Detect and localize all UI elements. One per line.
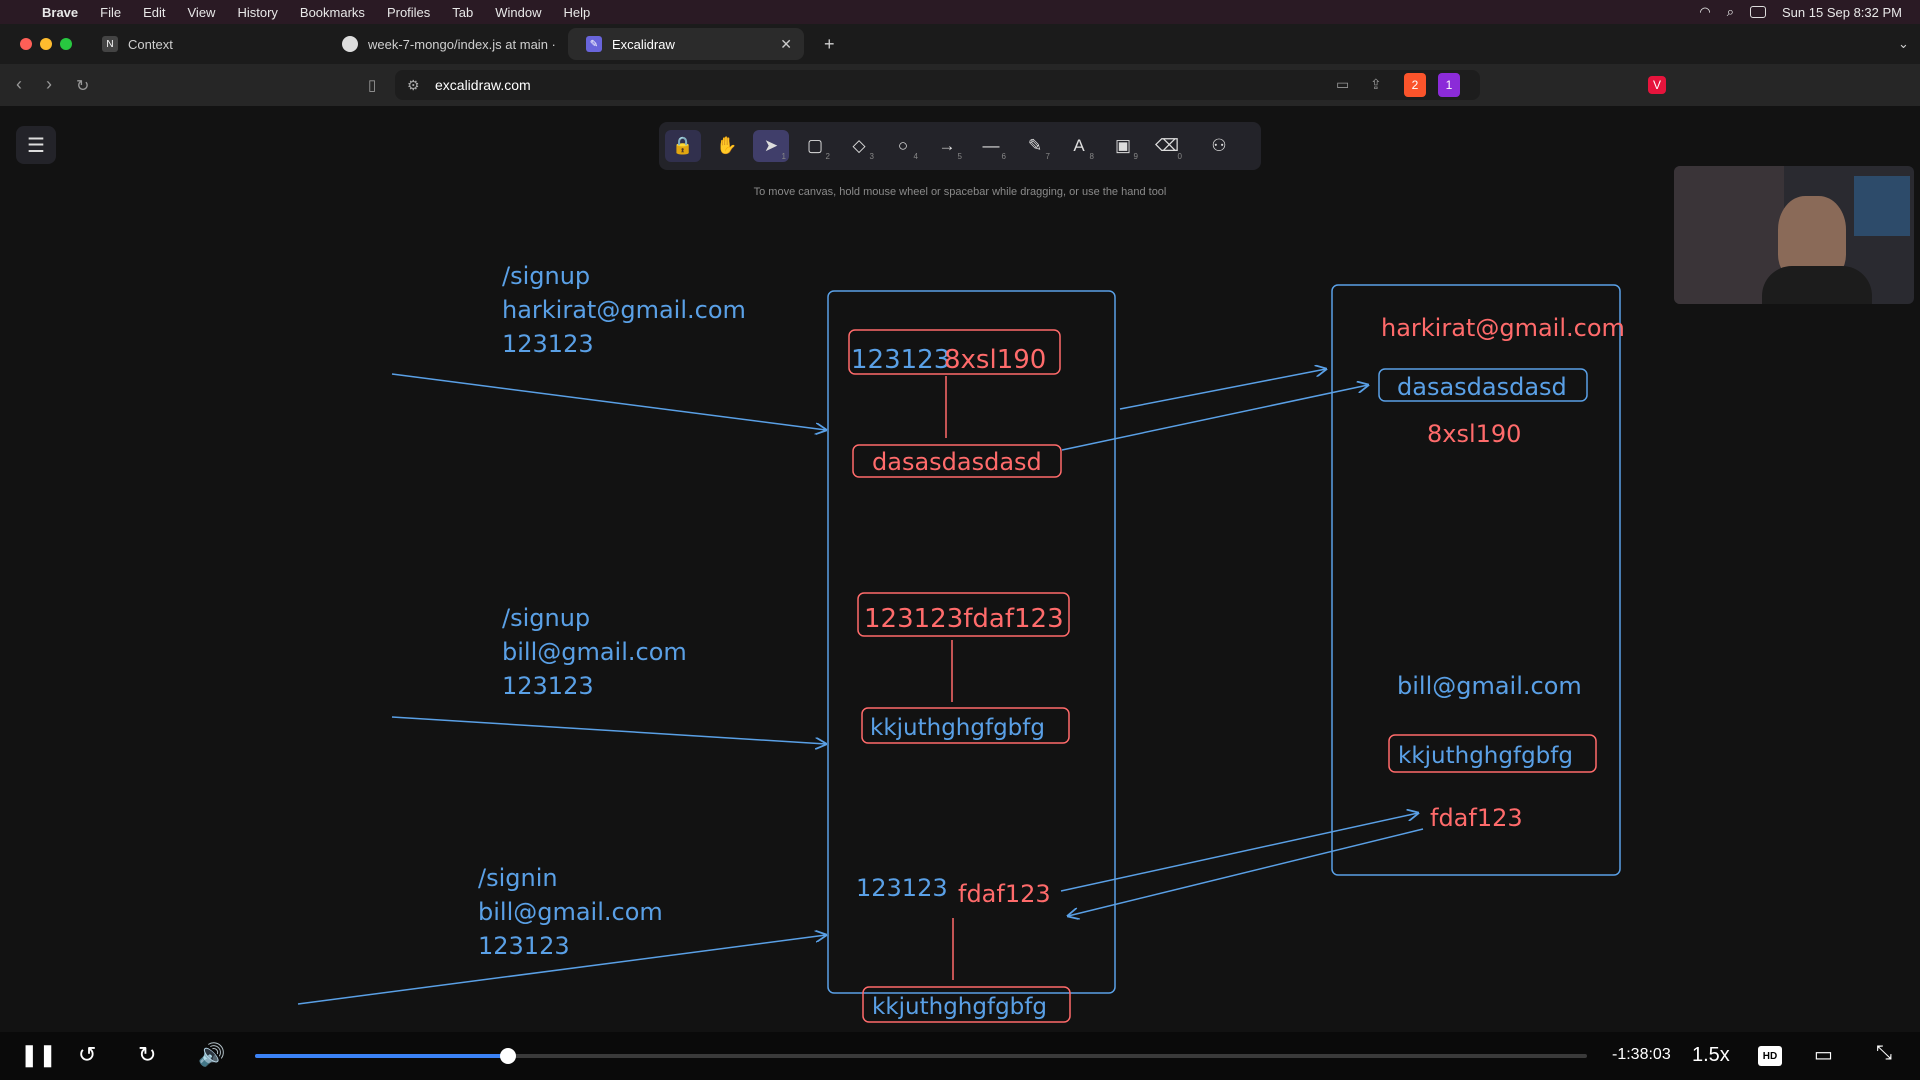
reload-icon[interactable]: ↻ [76,76,89,96]
cast-icon[interactable]: ▭ [1336,76,1349,93]
webcam-window [1854,176,1910,236]
tab-title: Context [128,36,173,52]
req2-route: /signup [502,604,590,632]
box1-salt: 8xsl190 [944,345,1046,375]
store-hash-arrow [1061,385,1368,451]
menu-bookmarks[interactable]: Bookmarks [300,5,365,20]
tab-context[interactable]: N Context [84,28,324,60]
url-text: excalidraw.com [435,77,531,93]
req2-arrow [391,716,826,744]
notion-icon: N [102,36,118,52]
req2-email: bill@gmail.com [502,638,687,666]
req1-password: 123123 [502,330,594,358]
time-remaining: -1:38:03 [1612,1046,1671,1063]
volume-icon[interactable]: 🔊 [198,1042,225,1068]
req3-email: bill@gmail.com [478,898,663,926]
box1-hash: dasasdasdasd [872,448,1042,476]
vivaldi-extension-icon[interactable]: V [1648,76,1666,94]
menu-edit[interactable]: Edit [143,5,165,20]
alert-count: 1 [1445,78,1453,92]
address-bar-row: ‹ › ↻ ▯ ⚙ excalidraw.com ▭ ⇪ 2 1 V [0,64,1920,106]
req1-arrow [391,373,826,430]
box3-hash: kkjuthghgfgbfg [872,994,1047,1020]
db-hash-2: kkjuthghgfgbfg [1398,743,1573,769]
close-tab-icon[interactable]: ✕ [780,36,792,53]
minimize-window-button[interactable] [40,38,52,50]
box3-password: 123123 [856,874,948,902]
webcam-overlay [1674,166,1914,304]
box1-password: 123123 [851,345,950,375]
req2-password: 123123 [502,672,594,700]
tab-title: Excalidraw [612,36,675,52]
req1-email: harkirat@gmail.com [502,296,746,324]
status-area: ◠ ⌕ Sun 15 Sep 8:32 PM [1699,0,1902,24]
playback-speed[interactable]: 1.5x [1692,1044,1730,1067]
db-email-1: harkirat@gmail.com [1381,314,1625,342]
menu-window[interactable]: Window [495,5,541,20]
rewards-icon[interactable]: 1 [1438,73,1460,97]
menu-app-name[interactable]: Brave [42,5,78,20]
brave-shield-icon[interactable]: 2 [1404,73,1426,97]
excalidraw-canvas[interactable]: ☰ 🔒 ✋ ➤ 1 ▢ 2 ◇ 3 ○ 4 → 5 —6 ✎ 7 A8 ▣ 9 ⌫ 0 ⚇ To… [0,106,1920,1032]
bookmark-icon[interactable]: ▯ [368,76,376,94]
close-window-button[interactable] [20,38,32,50]
db-email-2: bill@gmail.com [1397,672,1582,700]
browser-tabbar: N Context week-7-mongo/index.js at main … [0,24,1920,64]
wifi-icon[interactable]: ◠ [1699,4,1710,20]
progress-track[interactable] [255,1048,1587,1064]
forward-icon[interactable]: ↻ [138,1042,156,1068]
box2-value: 123123fdaf123 [864,604,1064,634]
picture-in-picture-icon[interactable]: ▭ [1814,1042,1833,1067]
menu-view[interactable]: View [188,5,216,20]
search-icon[interactable]: ⌕ [1727,4,1734,20]
progress-fill [255,1054,509,1058]
github-icon [342,36,358,52]
menu-profiles[interactable]: Profiles [387,5,430,20]
rewind-icon[interactable]: ↺ [78,1042,96,1068]
exit-fullscreen-icon[interactable]: ⤡ [1876,1042,1892,1065]
db-salt-1: 8xsl190 [1427,420,1521,448]
forward-icon[interactable]: › [46,74,52,95]
menu-history[interactable]: History [237,5,277,20]
return-salt-arrow [1068,828,1424,916]
tab-excalidraw[interactable]: ✎ Excalidraw ✕ [568,28,804,60]
box3-salt: fdaf123 [958,880,1051,908]
box2-hash: kkjuthghgfgbfg [870,715,1045,741]
new-tab-button[interactable]: + [806,28,836,60]
tab-list-chevron-icon[interactable]: ⌄ [1880,28,1910,60]
site-settings-icon[interactable]: ⚙ [407,77,420,94]
battery-icon[interactable] [1750,6,1767,18]
progress-knob[interactable] [500,1048,517,1064]
hd-badge[interactable]: HD [1758,1046,1782,1066]
store-email-arrow [1119,369,1326,410]
tab-github[interactable]: week-7-mongo/index.js at main · [324,28,564,60]
back-icon[interactable]: ‹ [16,74,22,95]
maximize-window-button[interactable] [60,38,72,50]
req3-password: 123123 [478,932,570,960]
db-hash-1: dasasdasdasd [1397,373,1567,401]
menu-help[interactable]: Help [564,5,591,20]
macos-menubar: Brave File Edit View History Bookmarks P… [0,0,1920,24]
share-icon[interactable]: ⇪ [1370,76,1382,93]
presenter-shirt [1762,266,1872,304]
menu-file[interactable]: File [100,5,121,20]
url-field[interactable]: ⚙ excalidraw.com [395,70,1480,100]
db-salt-2: fdaf123 [1430,804,1523,832]
diagram: /signup harkirat@gmail.com 123123 /signu… [297,262,1625,1023]
pause-icon[interactable]: ❚❚ [20,1042,57,1068]
req3-route: /signin [478,864,558,892]
shield-count: 2 [1411,78,1419,92]
menu-tab[interactable]: Tab [452,5,473,20]
req1-route: /signup [502,262,590,290]
excalidraw-icon: ✎ [586,36,602,52]
video-player-controls: ❚❚ ↺ ↻ 🔊 -1:38:03 1.5x HD ▭ ⤡ [0,1032,1920,1080]
tab-title: week-7-mongo/index.js at main · [368,36,556,52]
clock[interactable]: Sun 15 Sep 8:32 PM [1782,5,1902,20]
